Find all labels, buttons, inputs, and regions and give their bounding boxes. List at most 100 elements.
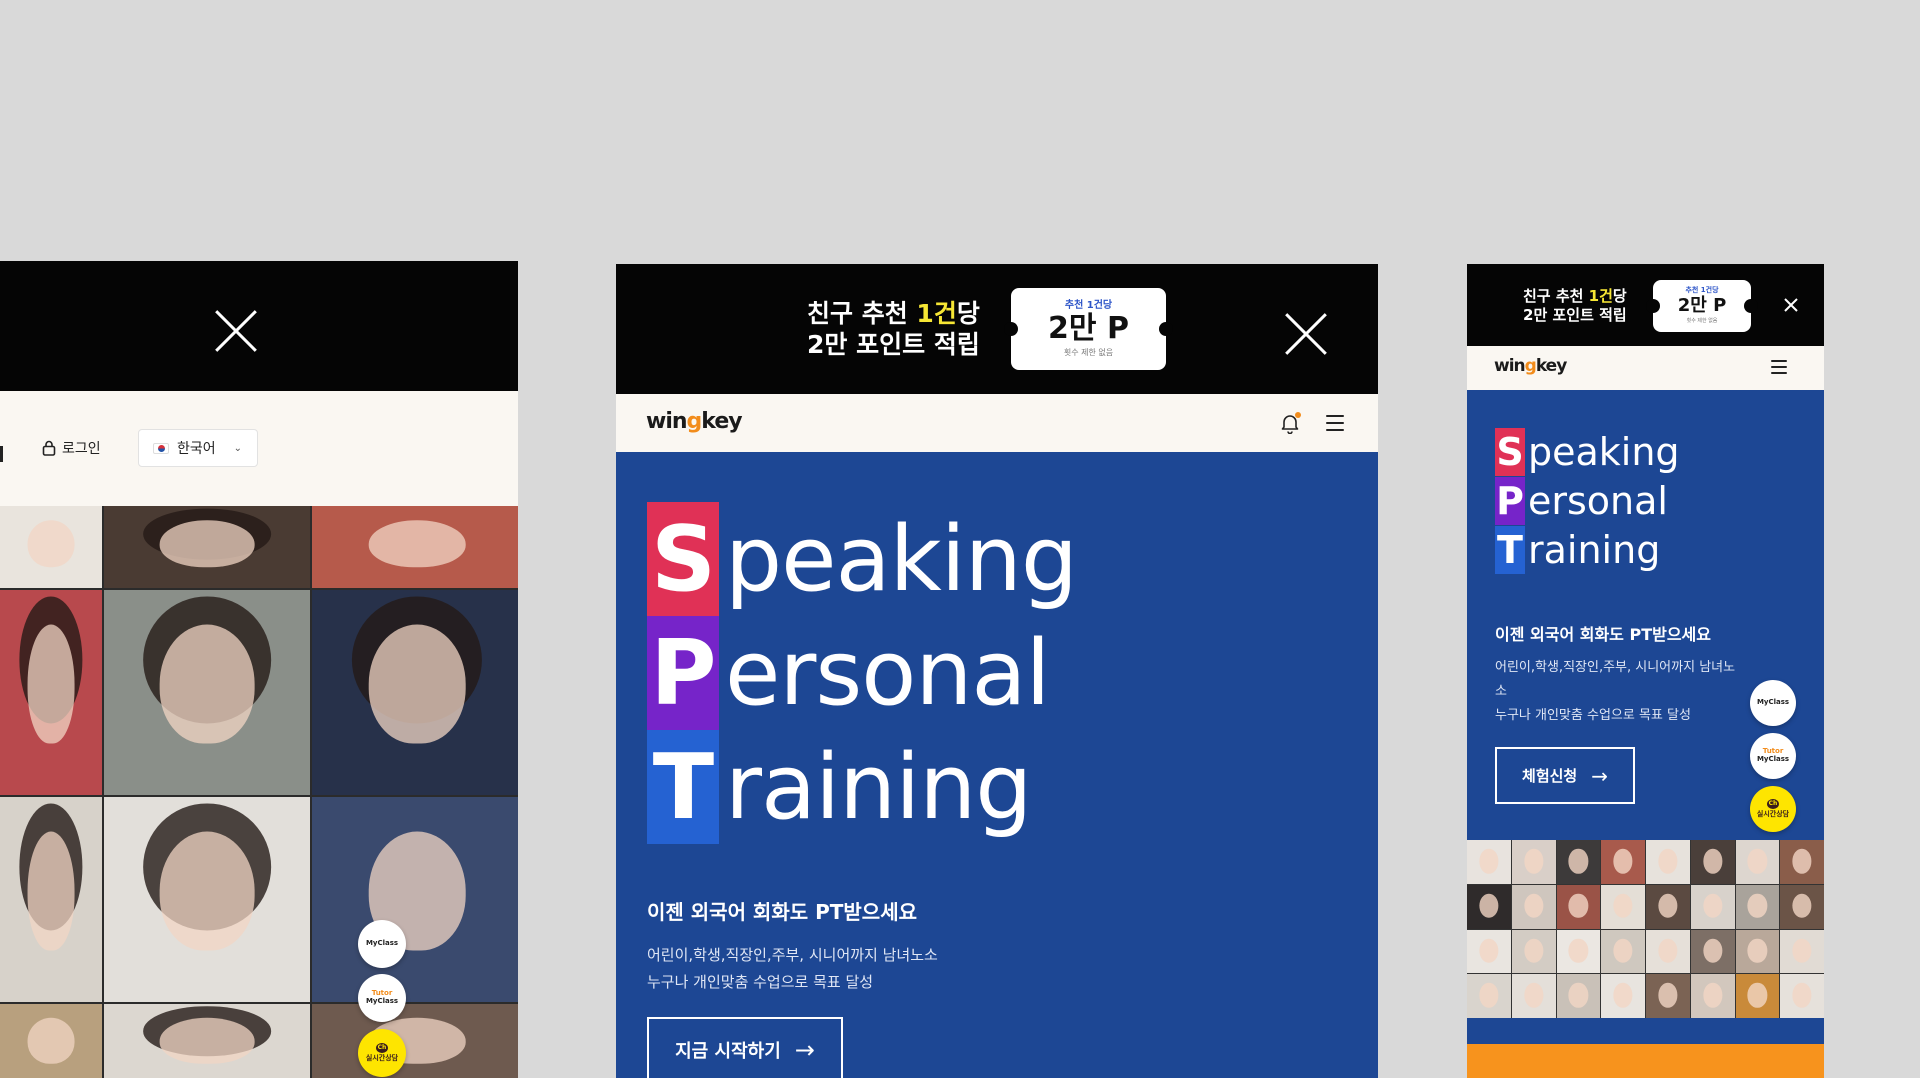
tutor-photo (1511, 929, 1556, 974)
promo-line1-suffix: 당 (956, 299, 980, 328)
hero-word-training: raining (725, 734, 1032, 840)
site-header: wingkey (616, 394, 1378, 452)
tutor-photo (312, 797, 518, 1002)
logo-text-g: g (686, 409, 703, 434)
logo-text-b: key (701, 409, 742, 434)
hero-line-training: Training (647, 730, 1032, 844)
tutor-photo (1735, 884, 1780, 929)
kakao-chat-label: 실시간상담 (1756, 810, 1790, 819)
tutor-photo (1735, 929, 1780, 974)
arrow-right-icon: → (794, 1036, 815, 1064)
start-now-button[interactable]: 지금 시작하기 → (647, 1017, 843, 1078)
tutor-myclass-button[interactable]: Tutor MyClass (1750, 733, 1796, 779)
hero-line-training: Training (1495, 526, 1660, 574)
promo-highlight: 1건 (1588, 287, 1613, 305)
tutor-photo (1556, 884, 1601, 929)
promo-banner: 친구 추천 1건당 2만 포인트 적립 추천 1건당 2만 P 횟수 제한 없음 (1467, 264, 1824, 346)
tutor-photo (1690, 884, 1735, 929)
arrow-right-icon: → (1591, 763, 1608, 788)
hero-line-speaking: Speaking (647, 502, 1078, 616)
hero-cap-p: P (647, 616, 719, 730)
tutor-photo (1556, 840, 1601, 884)
language-select[interactable]: 한국어 ⌄ (138, 429, 258, 467)
header-divider (0, 446, 3, 462)
kakao-chat-button[interactable]: Ch 실시간상담 (1750, 786, 1796, 832)
hero-cap-s: S (1495, 428, 1525, 476)
close-icon[interactable] (1783, 297, 1799, 313)
tutor-photo (1780, 840, 1824, 884)
tutor-photo (1780, 929, 1824, 974)
tutor-photo (1601, 884, 1645, 929)
login-label: 로그인 (62, 441, 101, 457)
ticket-note: 횟수 제한 없음 (1063, 348, 1114, 357)
hero-description: 어린이,학생,직장인,주부, 시니어까지 남녀노소 누구나 개인맞춤 수업으로 … (647, 942, 938, 996)
tutor-photo (1601, 840, 1645, 884)
ticket-amount: 2만 P (1677, 295, 1727, 316)
hamburger-menu-icon[interactable] (1771, 360, 1787, 378)
bell-icon[interactable] (1279, 412, 1301, 435)
hero-cap-t: T (647, 730, 719, 844)
tutor-photo (1646, 840, 1690, 884)
tutor-photo (1511, 840, 1556, 884)
tutor-photo (1690, 840, 1735, 884)
kakao-chat-button[interactable]: Ch 실시간상담 (358, 1029, 406, 1077)
notification-dot (1295, 412, 1301, 418)
tutor-photo-grid (0, 506, 518, 1078)
tutor-photo (1690, 974, 1735, 1018)
wingkey-logo[interactable]: wingkey (1494, 356, 1567, 376)
start-now-label: 지금 시작하기 (675, 1041, 781, 1062)
hero-word-personal: ersonal (1528, 479, 1668, 523)
hero-word-training: raining (1528, 528, 1661, 572)
hero-desc-line2: 누구나 개인맞춤 수업으로 목표 달성 (1495, 708, 1691, 723)
hero-desc-line2: 누구나 개인맞춤 수업으로 목표 달성 (647, 973, 874, 991)
kakao-chat-label: 실시간상담 (365, 1054, 399, 1063)
close-icon[interactable] (214, 309, 258, 353)
trial-request-button[interactable]: 체험신청 → (1495, 747, 1635, 804)
hero-cap-t: T (1495, 526, 1525, 574)
login-link[interactable]: 로그인 (42, 438, 101, 458)
tutor-photo (0, 1004, 102, 1078)
tutor-photo (0, 797, 102, 1002)
tutor-photo (1735, 974, 1780, 1018)
hamburger-menu-icon[interactable] (1326, 415, 1344, 436)
myclass-label: MyClass (365, 939, 399, 948)
promo-ticket: 추천 1건당 2만 P 횟수 제한 없음 (1004, 288, 1173, 370)
tutor-photo (104, 590, 310, 795)
tutor-photo (312, 506, 518, 588)
myclass-label: MyClass (1756, 698, 1790, 707)
tutor-myclass-button[interactable]: Tutor MyClass (358, 974, 406, 1022)
myclass-button[interactable]: MyClass (1750, 680, 1796, 726)
tutor-photo (1511, 884, 1556, 929)
language-label: 한국어 (177, 441, 216, 457)
ticket-note: 횟수 제한 없음 (1686, 318, 1718, 324)
hero-line-personal: Personal (1495, 477, 1668, 525)
tutor-photo (1556, 974, 1601, 1018)
tutor-photo (0, 590, 102, 795)
tutor-photo (1511, 974, 1556, 1018)
myclass-button[interactable]: MyClass (358, 920, 406, 968)
promo-text: 친구 추천 1건당 2만 포인트 적립 (807, 298, 980, 361)
tablet-preview: 친구 추천 1건당 2만 포인트 적립 추천 1건당 2만 P 횟수 제한 없음… (616, 264, 1378, 1078)
ticket-top: 추천 1건당 (1064, 300, 1113, 311)
hero-cap-s: S (647, 502, 719, 616)
kakao-channel-icon: Ch (376, 1043, 388, 1054)
hero-desc-line1: 어린이,학생,직장인,주부, 시니어까지 남녀노소 (647, 946, 938, 964)
hero-desc-line1: 어린이,학생,직장인,주부, 시니어까지 남녀노소 (1495, 660, 1736, 699)
wingkey-logo[interactable]: wingkey (646, 409, 743, 434)
logo-text-g: g (1524, 356, 1537, 376)
promo-ticket: 추천 1건당 2만 P 횟수 제한 없음 (1646, 280, 1758, 332)
tutor-photo (104, 506, 310, 588)
promo-line2: 2만 포인트 적립 (807, 330, 980, 360)
tutor-photo (312, 590, 518, 795)
tutor-photo-grid (1467, 840, 1824, 1018)
close-icon[interactable] (1284, 312, 1328, 356)
orange-banner-strip (1467, 1044, 1824, 1078)
logo-text-a: win (646, 409, 688, 434)
tutor-myclass-label: MyClass (1756, 755, 1790, 763)
promo-line2: 2만 포인트 적립 (1523, 305, 1627, 324)
promo-line1: 친구 추천 (807, 299, 917, 328)
hero-word-personal: ersonal (725, 620, 1051, 726)
hero-description: 어린이,학생,직장인,주부, 시니어까지 남녀노소 누구나 개인맞춤 수업으로 … (1495, 656, 1745, 728)
ticket-amount: 2만 P (1048, 311, 1129, 346)
hero-line-personal: Personal (647, 616, 1051, 730)
